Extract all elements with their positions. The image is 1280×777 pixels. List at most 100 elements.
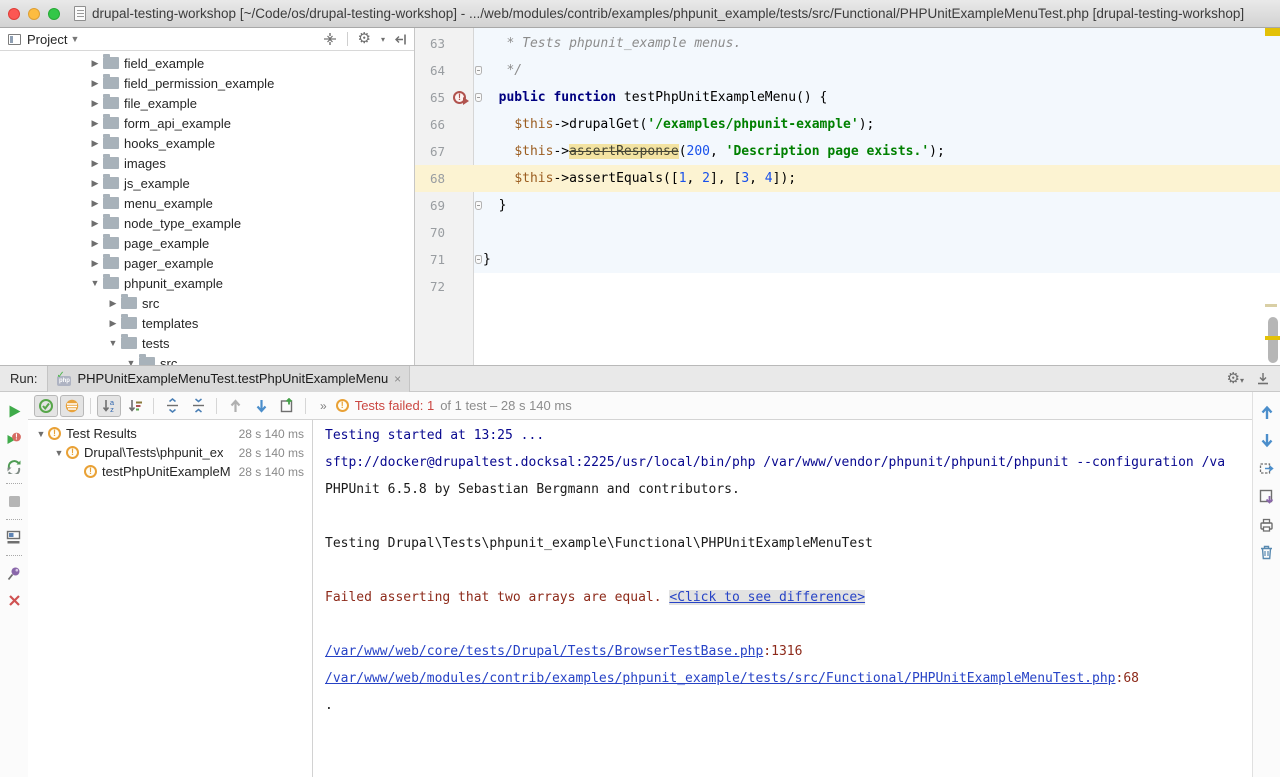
line-number[interactable]: 71 — [415, 252, 445, 267]
chevron-down-icon[interactable]: ▼ — [70, 34, 79, 44]
code-line[interactable]: 65! public function testPhpUnitExampleMe… — [415, 84, 1280, 111]
tree-collapsed-arrow-icon[interactable]: ▶ — [106, 298, 120, 309]
show-passed-button[interactable] — [34, 395, 58, 417]
import-test-results-icon[interactable] — [1259, 489, 1274, 504]
settings-gear-icon[interactable]: ⚙ — [358, 30, 371, 48]
project-tree-item[interactable]: ▶field_example — [0, 53, 414, 73]
line-number[interactable]: 68 — [415, 171, 445, 186]
scroll-down-icon[interactable] — [1260, 433, 1274, 448]
tree-expanded-arrow-icon[interactable]: ▼ — [106, 338, 120, 348]
test-tree-item[interactable]: ▼!Drupal\Tests\phpunit_ex28 s 140 ms — [28, 443, 312, 462]
project-tree-item[interactable]: ▶images — [0, 153, 414, 173]
sort-by-duration-icon[interactable] — [127, 398, 143, 414]
zoom-window-button[interactable] — [48, 8, 60, 20]
print-console-button[interactable] — [1259, 514, 1274, 535]
project-tree-item[interactable]: ▶page_example — [0, 233, 414, 253]
project-tree-item[interactable]: ▶src — [0, 293, 414, 313]
line-number[interactable]: 72 — [415, 279, 445, 294]
collapse-all-icon[interactable] — [191, 398, 206, 413]
hide-panel-icon[interactable] — [395, 33, 408, 46]
tree-collapsed-arrow-icon[interactable]: ▶ — [88, 58, 102, 69]
sort-alphabetically-icon[interactable]: az — [101, 398, 117, 414]
error-stripe-warning-mark[interactable] — [1265, 336, 1280, 340]
stop-process-button[interactable] — [0, 488, 28, 515]
rerun-failed-tests-icon[interactable]: ! — [6, 431, 22, 447]
jump-to-source-icon[interactable] — [1259, 462, 1275, 476]
tree-collapsed-arrow-icon[interactable]: ▶ — [88, 218, 102, 229]
sort-by-duration-button[interactable] — [123, 395, 147, 417]
close-panel-button[interactable] — [0, 587, 28, 614]
scroll-up-icon[interactable] — [1260, 405, 1274, 420]
console-hyperlink[interactable]: <Click to see difference> — [669, 590, 865, 605]
rerun-failed-test-icon[interactable]: ! — [453, 91, 466, 104]
close-window-button[interactable] — [8, 8, 20, 20]
project-tree-item[interactable]: ▶js_example — [0, 173, 414, 193]
run-settings-gear-icon[interactable]: ⚙▾ — [1227, 370, 1244, 388]
tree-collapsed-arrow-icon[interactable]: ▶ — [88, 138, 102, 149]
show-ignored-button[interactable] — [60, 395, 84, 417]
minimize-window-button[interactable] — [28, 8, 40, 20]
collapse-all-button[interactable] — [186, 395, 210, 417]
show-passed-icon[interactable] — [38, 398, 54, 414]
scroll-down-button[interactable] — [1260, 430, 1274, 451]
code-line[interactable]: 69 } — [415, 192, 1280, 219]
project-tree-item[interactable]: ▶file_example — [0, 93, 414, 113]
rerun-tests-button[interactable] — [0, 398, 28, 425]
rerun-tests-icon[interactable] — [7, 404, 22, 419]
rerun-failed-tests-button[interactable]: ! — [0, 425, 28, 452]
pin-tab-button[interactable] — [0, 560, 28, 587]
code-line[interactable]: 66 $this->drupalGet('/examples/phpunit-e… — [415, 111, 1280, 138]
import-export-test-results-icon[interactable] — [280, 398, 295, 413]
clear-all-icon[interactable] — [1260, 545, 1273, 560]
line-number[interactable]: 70 — [415, 225, 445, 240]
fold-marker-icon[interactable] — [475, 93, 482, 102]
jump-to-source-button[interactable] — [1259, 458, 1275, 479]
test-tree-item[interactable]: ▼!Test Results28 s 140 ms — [28, 424, 312, 443]
project-tree-item[interactable]: ▶form_api_example — [0, 113, 414, 133]
next-occurrence-button[interactable] — [249, 395, 273, 417]
line-number[interactable]: 64 — [415, 63, 445, 78]
code-line[interactable]: 72 — [415, 273, 1280, 300]
tree-collapsed-arrow-icon[interactable]: ▶ — [88, 118, 102, 129]
pin-tab-icon[interactable] — [7, 566, 21, 581]
project-tree-item[interactable]: ▶hooks_example — [0, 133, 414, 153]
stop-process-icon[interactable] — [8, 495, 21, 508]
fold-marker-icon[interactable] — [475, 201, 482, 210]
code-line[interactable]: 70 — [415, 219, 1280, 246]
clear-all-button[interactable] — [1260, 542, 1273, 563]
project-tree-item[interactable]: ▼phpunit_example — [0, 273, 414, 293]
restore-layout-button[interactable] — [0, 524, 28, 551]
print-console-icon[interactable] — [1259, 518, 1274, 532]
tree-collapsed-arrow-icon[interactable]: ▶ — [88, 78, 102, 89]
test-console-output[interactable]: Testing started at 13:25 ...sftp://docke… — [313, 420, 1252, 777]
project-tree-item[interactable]: ▶templates — [0, 313, 414, 333]
tree-expanded-arrow-icon[interactable]: ▼ — [52, 448, 66, 458]
code-line[interactable]: 67 $this->assertResponse(200, 'Descripti… — [415, 138, 1280, 165]
run-tab[interactable]: php✓ PHPUnitExampleMenuTest.testPhpUnitE… — [47, 366, 410, 392]
scroll-up-button[interactable] — [1260, 402, 1274, 423]
show-ignored-icon[interactable] — [64, 398, 80, 414]
line-number[interactable]: 69 — [415, 198, 445, 213]
project-tree-item[interactable]: ▶node_type_example — [0, 213, 414, 233]
tree-expanded-arrow-icon[interactable]: ▼ — [34, 429, 48, 439]
tree-collapsed-arrow-icon[interactable]: ▶ — [88, 258, 102, 269]
line-number[interactable]: 66 — [415, 117, 445, 132]
previous-occurrence-icon[interactable] — [229, 399, 242, 413]
tree-collapsed-arrow-icon[interactable]: ▶ — [88, 198, 102, 209]
console-hyperlink[interactable]: /var/www/web/modules/contrib/examples/ph… — [325, 671, 1116, 686]
tree-collapsed-arrow-icon[interactable]: ▶ — [88, 98, 102, 109]
tree-collapsed-arrow-icon[interactable]: ▶ — [88, 178, 102, 189]
code-line[interactable]: 63 * Tests phpunit_example menus. — [415, 30, 1280, 57]
previous-occurrence-button[interactable] — [223, 395, 247, 417]
tree-collapsed-arrow-icon[interactable]: ▶ — [88, 158, 102, 169]
code-line[interactable]: 71} — [415, 246, 1280, 273]
toggle-auto-test-button[interactable] — [0, 452, 28, 479]
project-panel-title[interactable]: Project — [27, 32, 67, 47]
console-hyperlink[interactable]: /var/www/web/core/tests/Drupal/Tests/Bro… — [325, 644, 763, 659]
import-test-results-button[interactable] — [1259, 486, 1274, 507]
hide-run-panel-icon[interactable] — [1256, 372, 1270, 385]
expand-all-icon[interactable] — [165, 398, 180, 413]
more-chevrons-icon[interactable]: » — [312, 397, 334, 415]
fold-marker-icon[interactable] — [475, 66, 482, 75]
project-tree-item[interactable]: ▶pager_example — [0, 253, 414, 273]
